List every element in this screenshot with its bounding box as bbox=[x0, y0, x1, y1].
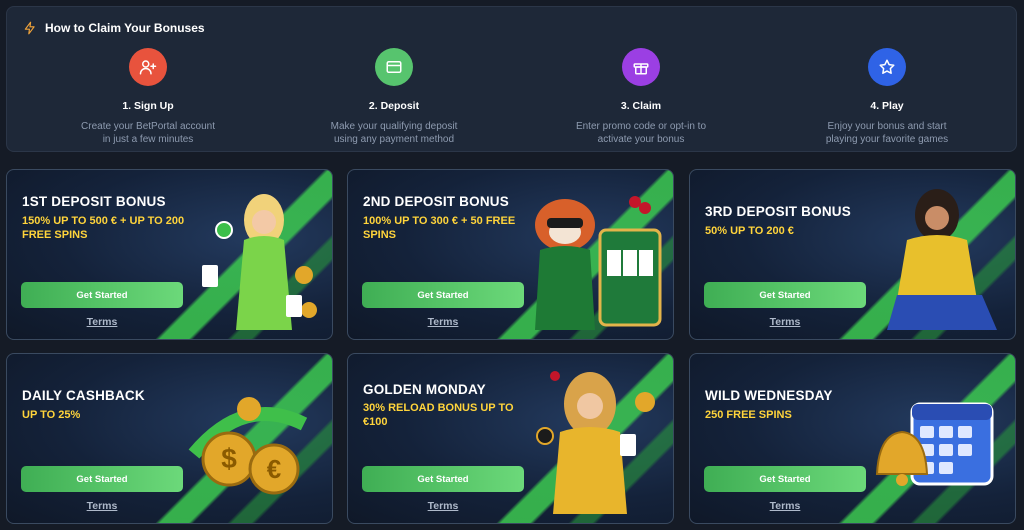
bonus-title: 3RD DEPOSIT BONUS bbox=[705, 204, 851, 219]
bonus-title: 2ND DEPOSIT BONUS bbox=[363, 194, 509, 209]
gift-icon bbox=[633, 63, 649, 75]
step-play: 4. Play Enjoy your bonus and start playi… bbox=[787, 48, 987, 146]
step-desc: Make your qualifying deposit using any p… bbox=[330, 121, 458, 145]
terms-link[interactable]: Terms bbox=[348, 316, 538, 328]
bonus-subtitle: UP TO 25% bbox=[22, 409, 81, 421]
get-started-button[interactable]: Get Started bbox=[704, 466, 866, 492]
terms-link[interactable]: Terms bbox=[690, 316, 880, 328]
bonus-title: 1ST DEPOSIT BONUS bbox=[22, 194, 166, 209]
bonus-subtitle: 50% UP TO 200 € bbox=[705, 225, 794, 237]
step-title: 4. Play bbox=[870, 100, 904, 112]
bonus-title: WILD WEDNESDAY bbox=[705, 388, 833, 403]
terms-link[interactable]: Terms bbox=[348, 500, 538, 512]
bonus-card-3rd-deposit: 3RD DEPOSIT BONUS 50% UP TO 200 € Get St… bbox=[689, 169, 1016, 340]
step-claim: 3. Claim Enter promo code or opt-in to a… bbox=[541, 48, 741, 146]
get-started-button[interactable]: Get Started bbox=[362, 466, 524, 492]
how-to-claim-panel: How to Claim Your Bonuses 1. Sign Up Cre… bbox=[6, 6, 1017, 152]
bonus-card-golden-monday: GOLDEN MONDAY 30% RELOAD BONUS UP TO €10… bbox=[347, 353, 674, 524]
woman-yellow-jacket-illustration bbox=[887, 189, 997, 330]
woman-green-dress-illustration bbox=[202, 194, 317, 330]
step-desc: Enjoy your bonus and start playing your … bbox=[825, 121, 949, 145]
steps-row: 1. Sign Up Create your BetPortal account… bbox=[7, 48, 1016, 148]
panel-title: How to Claim Your Bonuses bbox=[45, 21, 205, 35]
bonus-title: GOLDEN MONDAY bbox=[363, 382, 486, 397]
panel-header: How to Claim Your Bonuses bbox=[23, 21, 205, 35]
step-circle bbox=[129, 48, 167, 86]
gold-coins-illustration: $ € bbox=[188, 397, 308, 495]
woman-gold-dress-illustration bbox=[536, 371, 655, 514]
lightning-icon bbox=[24, 21, 35, 35]
get-started-button[interactable]: Get Started bbox=[704, 282, 866, 308]
step-desc: Enter promo code or opt-in to activate y… bbox=[575, 121, 707, 145]
step-deposit: 2. Deposit Make your qualifying deposit … bbox=[294, 48, 494, 146]
svg-text:€: € bbox=[267, 454, 281, 484]
bonus-card-wild-wednesday: WILD WEDNESDAY 250 FREE SPINS Get Starte… bbox=[689, 353, 1016, 524]
calendar-bell-illustration bbox=[875, 402, 994, 486]
bonus-card-daily-cashback: $ € DAILY CASHBACK UP TO 25% Get Started… bbox=[6, 353, 333, 524]
bonus-subtitle: 150% UP TO 500 € + UP TO 200 FREE SPINS bbox=[22, 215, 185, 241]
step-title: 3. Claim bbox=[620, 100, 662, 112]
get-started-button[interactable]: Get Started bbox=[21, 466, 183, 492]
bonus-card-2nd-deposit: 2ND DEPOSIT BONUS 100% UP TO 300 € + 50 … bbox=[347, 169, 674, 340]
red-panda-slot-illustration bbox=[535, 196, 662, 330]
bonus-card-1st-deposit: 1ST DEPOSIT BONUS 150% UP TO 500 € + UP … bbox=[6, 169, 333, 340]
bonus-subtitle: 100% UP TO 300 € + 50 FREE SPINS bbox=[363, 215, 516, 241]
step-sign-up: 1. Sign Up Create your BetPortal account… bbox=[48, 48, 248, 146]
terms-link[interactable]: Terms bbox=[690, 500, 880, 512]
bonus-subtitle: 250 FREE SPINS bbox=[705, 409, 792, 421]
step-circle bbox=[375, 48, 413, 86]
credit-card-icon bbox=[386, 61, 402, 73]
star-icon bbox=[879, 59, 895, 74]
step-title: 2. Deposit bbox=[368, 100, 420, 112]
step-title: 1. Sign Up bbox=[122, 100, 174, 112]
step-circle bbox=[868, 48, 906, 86]
bonus-title: DAILY CASHBACK bbox=[22, 388, 145, 403]
step-desc: Create your BetPortal account in just a … bbox=[81, 121, 215, 145]
user-plus-icon bbox=[139, 60, 157, 75]
get-started-button[interactable]: Get Started bbox=[21, 282, 183, 308]
terms-link[interactable]: Terms bbox=[7, 500, 197, 512]
terms-link[interactable]: Terms bbox=[7, 316, 197, 328]
step-circle bbox=[622, 48, 660, 86]
get-started-button[interactable]: Get Started bbox=[362, 282, 524, 308]
bonus-subtitle: 30% RELOAD BONUS UP TO €100 bbox=[363, 402, 514, 428]
svg-text:$: $ bbox=[221, 443, 237, 474]
